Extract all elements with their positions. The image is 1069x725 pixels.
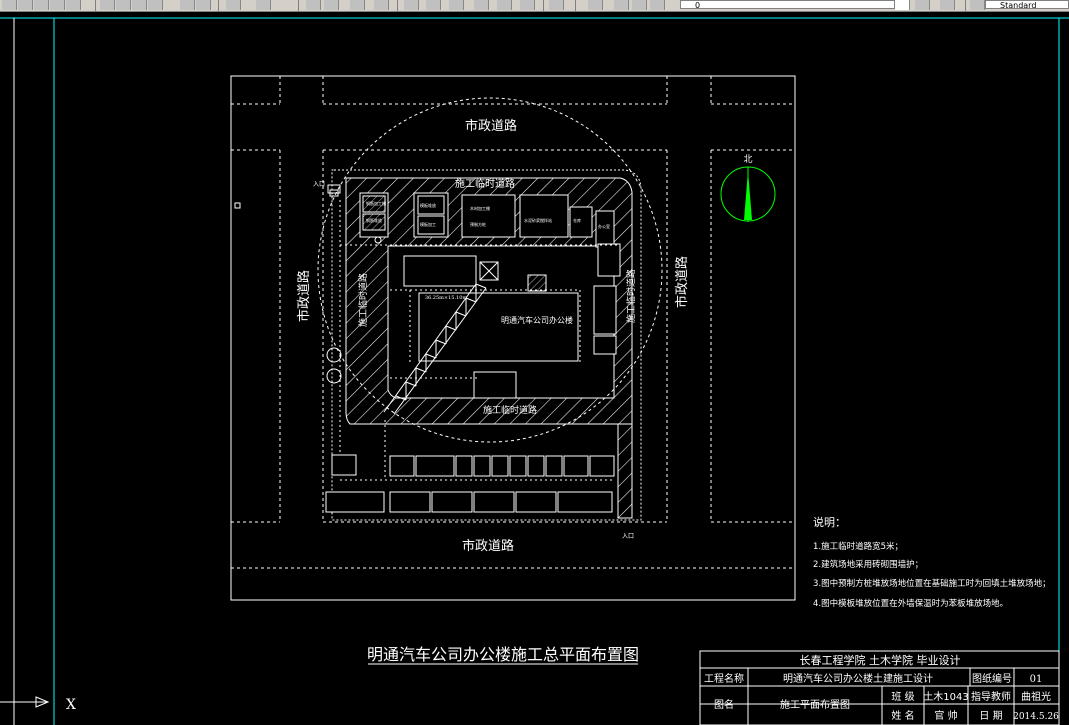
north-label: 北 bbox=[743, 154, 752, 165]
design-center-icon[interactable] bbox=[426, 0, 441, 10]
svg-text:仓库: 仓库 bbox=[573, 217, 581, 223]
quickcalc-icon[interactable] bbox=[520, 0, 535, 10]
pan-icon[interactable] bbox=[306, 0, 321, 10]
redo-icon[interactable] bbox=[256, 0, 271, 10]
copy-icon[interactable] bbox=[116, 0, 131, 10]
brush-icon[interactable] bbox=[180, 0, 195, 10]
svg-text:水泥砂浆搅拌站: 水泥砂浆搅拌站 bbox=[524, 217, 552, 223]
svg-text:木材加工棚: 木材加工棚 bbox=[470, 205, 490, 211]
entrance-bottom-label: 入口 bbox=[622, 533, 634, 540]
paste-icon[interactable] bbox=[132, 0, 147, 10]
road-top-label: 市政道路 bbox=[465, 118, 517, 134]
layer-state-icon[interactable] bbox=[614, 0, 629, 10]
road-right-label: 市政道路 bbox=[674, 256, 690, 308]
temp-road-left-label: 施工临时道路 bbox=[357, 273, 369, 327]
tool-palette-icon[interactable] bbox=[449, 0, 464, 10]
svg-text:预制方桩: 预制方桩 bbox=[470, 221, 486, 227]
text-style-value: Standard bbox=[1000, 1, 1037, 10]
pile-storage bbox=[403, 255, 477, 287]
bottom-facilities bbox=[325, 454, 615, 513]
svg-text:钢筋加工棚: 钢筋加工棚 bbox=[366, 200, 386, 206]
paint-icon[interactable] bbox=[196, 0, 211, 10]
project-name: 明通汽车公司办公楼土建施工设计 bbox=[783, 672, 933, 685]
preview-icon[interactable] bbox=[66, 0, 81, 10]
notes-heading: 说明： bbox=[813, 515, 846, 529]
temp-road-right-label: 施工临时道路 bbox=[625, 269, 637, 323]
date-value: 2014.5.26 bbox=[1013, 712, 1059, 722]
layer-manager-icon[interactable] bbox=[588, 0, 603, 10]
svg-text:模板加工: 模板加工 bbox=[420, 221, 436, 227]
zoom-previous-icon[interactable] bbox=[374, 0, 389, 10]
north-arrow-icon bbox=[720, 166, 776, 222]
drawing-name-label: 图名 bbox=[714, 698, 734, 711]
undo-icon[interactable] bbox=[226, 0, 241, 10]
match-prop-icon[interactable] bbox=[148, 0, 163, 10]
class-value: 土木1043 bbox=[923, 690, 968, 703]
building-label: 明通汽车公司办公楼 bbox=[501, 315, 573, 325]
new-icon[interactable] bbox=[2, 0, 17, 10]
markup-icon[interactable] bbox=[497, 0, 512, 10]
open-icon[interactable] bbox=[18, 0, 33, 10]
svg-text:模板堆放: 模板堆放 bbox=[420, 202, 436, 208]
drawing-canvas[interactable]: 钢筋加工棚 钢筋堆放 模板堆放 模板加工 木材加工棚 预制方桩 水泥砂浆搅拌站 … bbox=[0, 11, 1069, 725]
svg-text:办公室: 办公室 bbox=[598, 223, 610, 229]
name-value: 官 帅 bbox=[934, 709, 957, 722]
marker-icon bbox=[234, 202, 241, 209]
drawing-name: 施工平面布置图 bbox=[780, 698, 850, 711]
text-style-dropdown[interactable]: Standard bbox=[985, 0, 1069, 10]
sheet-set-icon[interactable] bbox=[474, 0, 489, 10]
text-style-icon[interactable] bbox=[970, 0, 985, 10]
svg-text:钢筋堆放: 钢筋堆放 bbox=[366, 217, 382, 223]
note-item: 4.图中模板堆放位置在外墙保温时为苯板堆放场地。 bbox=[813, 598, 1008, 609]
title-block-header: 长春工程学院 土木学院 毕业设计 bbox=[800, 653, 961, 667]
help-icon[interactable] bbox=[549, 0, 564, 10]
layer-dropdown[interactable]: 0 bbox=[680, 0, 895, 10]
drawing-no-label: 图纸编号 bbox=[972, 672, 1012, 685]
save-icon[interactable] bbox=[34, 0, 49, 10]
ucs-x-label: X bbox=[66, 697, 76, 713]
properties-icon[interactable] bbox=[404, 0, 419, 10]
drawing-no: 01 bbox=[1030, 674, 1043, 685]
date-label: 日 期 bbox=[979, 710, 1002, 722]
layer-freeze-icon[interactable] bbox=[632, 0, 647, 10]
dimension-label: 36.25m×15.10m bbox=[425, 295, 468, 301]
advisor-label: 指导教师 bbox=[971, 690, 1011, 703]
cut-icon[interactable] bbox=[100, 0, 115, 10]
road-bottom-label: 市政道路 bbox=[462, 538, 514, 554]
zoom-realtime-icon[interactable] bbox=[324, 0, 339, 10]
layer-color-icon[interactable] bbox=[650, 0, 665, 10]
advisor-value: 曲祖光 bbox=[1021, 690, 1051, 703]
note-item: 3.图中预制方桩堆放场地位置在基础施工时为回填土堆放场地； bbox=[813, 578, 1051, 589]
note-item: 1.施工临时道路宽5米； bbox=[813, 541, 903, 552]
layer-value: 0 bbox=[695, 1, 701, 10]
note-item: 2.建筑场地采用砖砌围墙护； bbox=[813, 559, 923, 570]
temp-road-top-label: 施工临时道路 bbox=[455, 177, 515, 190]
office-building bbox=[418, 292, 579, 362]
make-current-icon[interactable] bbox=[915, 0, 930, 10]
zoom-window-icon[interactable] bbox=[350, 0, 365, 10]
road-left-label: 市政道路 bbox=[296, 270, 312, 322]
project-name-label: 工程名称 bbox=[704, 672, 744, 685]
drawing-title: 明通汽车公司办公楼施工总平面布置图 bbox=[367, 645, 639, 664]
class-label: 班 级 bbox=[891, 691, 914, 703]
layer-previous-icon[interactable] bbox=[940, 0, 955, 10]
ucs-icon bbox=[0, 696, 50, 708]
temp-road-bottom-label: 施工临时道路 bbox=[483, 404, 537, 416]
plot-icon[interactable] bbox=[50, 0, 65, 10]
entrance-top-label: 入口 bbox=[313, 181, 325, 188]
name-label: 姓 名 bbox=[891, 709, 914, 722]
chevron-down-icon[interactable] bbox=[895, 0, 910, 10]
temp-road-leg bbox=[617, 423, 633, 519]
